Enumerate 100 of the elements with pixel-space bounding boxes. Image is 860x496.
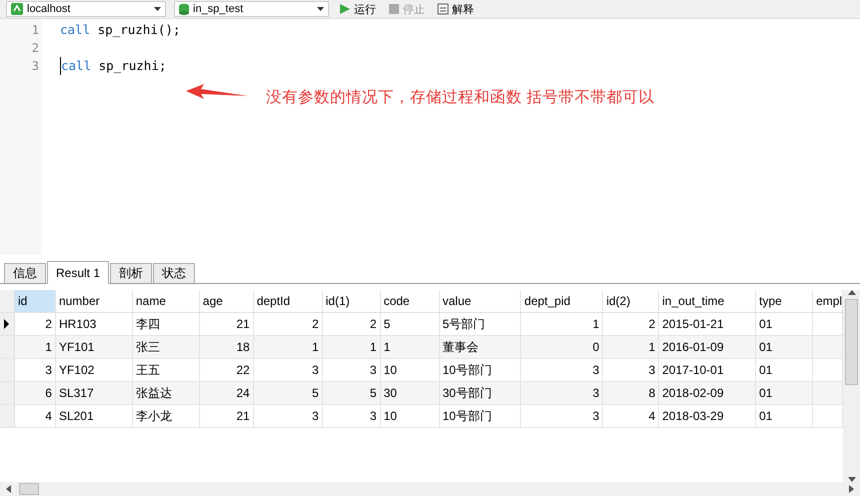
table-cell: 18 (200, 336, 254, 358)
table-cell: 2018-02-09 (659, 382, 756, 404)
table-cell: 3 (322, 405, 381, 427)
row-pointer-icon (4, 319, 10, 329)
line-number: 1 (30, 22, 40, 39)
result-tab[interactable]: 信息 (4, 263, 46, 283)
table-cell: 21 (200, 313, 254, 335)
table-cell: 3 (603, 359, 660, 381)
scroll-left-icon (6, 485, 11, 493)
table-icon (437, 3, 449, 15)
table-cell: 2 (14, 313, 56, 335)
code-line[interactable]: call sp_ruzhi(); (60, 21, 180, 39)
table-cell: YF101 (56, 336, 133, 358)
table-cell: 22 (200, 359, 254, 381)
column-header[interactable]: in_out_time (659, 290, 756, 312)
table-cell: 01 (756, 313, 814, 335)
table-cell: 1 (603, 336, 660, 358)
scrollbar-thumb[interactable] (19, 483, 39, 495)
table-cell: 3 (14, 359, 56, 381)
result-tab[interactable]: 状态 (153, 263, 196, 283)
table-cell: 2 (603, 313, 660, 335)
table-cell: 10号部门 (440, 405, 522, 427)
table-cell: 2018-03-29 (659, 405, 756, 427)
table-cell: 0 (521, 336, 604, 358)
column-header[interactable]: type (756, 290, 814, 312)
column-header[interactable]: id(2) (603, 290, 660, 312)
table-cell: 1 (14, 336, 56, 358)
table-cell: 王五 (132, 359, 200, 381)
scroll-right-icon (849, 485, 854, 493)
scroll-up-icon (848, 290, 856, 295)
table-cell: 3 (521, 382, 604, 404)
table-cell: 1 (254, 336, 323, 358)
table-cell: SL317 (56, 382, 133, 404)
table-cell: 30号部门 (440, 382, 522, 404)
table-cell: 10号部门 (440, 359, 522, 381)
column-header[interactable]: dept_pid (521, 290, 604, 312)
caret-icon (154, 7, 161, 11)
play-icon (339, 3, 351, 15)
code-line[interactable]: call sp_ruzhi; (60, 57, 166, 75)
table-cell: 10 (380, 405, 440, 427)
table-cell: 24 (200, 382, 254, 404)
table-cell: 01 (756, 359, 814, 381)
toolbar-button[interactable]: 运行 (337, 1, 378, 17)
table-cell: YF102 (56, 359, 133, 381)
result-tab[interactable]: 剖析 (110, 263, 152, 283)
line-number: 3 (30, 58, 40, 75)
table-cell: 张三 (132, 336, 200, 358)
table-cell: 1 (521, 313, 604, 335)
table-cell: 3 (254, 405, 323, 427)
table-cell: HR103 (56, 313, 133, 335)
table-cell: 董事会 (440, 336, 522, 358)
table-cell: 5号部门 (440, 313, 522, 335)
toolbar-button[interactable]: 解释 (435, 1, 476, 17)
table-cell: 2 (322, 313, 381, 335)
connection-icon (11, 3, 23, 15)
table-cell: 3 (521, 359, 604, 381)
column-header[interactable]: deptId (254, 290, 323, 312)
table-cell: 3 (322, 359, 381, 381)
table-cell: 01 (756, 382, 814, 404)
connection-dropdown[interactable]: localhost (6, 1, 166, 17)
table-cell: SL201 (56, 405, 133, 427)
column-header[interactable]: id (14, 290, 56, 312)
table-cell: 4 (603, 405, 660, 427)
table-cell: 5 (254, 382, 323, 404)
column-header[interactable]: id(1) (322, 290, 381, 312)
table-cell: 01 (756, 336, 814, 358)
row-header[interactable] (0, 313, 15, 335)
table-cell: 2015-01-21 (659, 313, 756, 335)
table-cell: 李小龙 (132, 405, 200, 427)
column-header[interactable]: value (440, 290, 522, 312)
table-cell: 1 (380, 336, 440, 358)
table-cell: 2016-01-09 (659, 336, 756, 358)
table-cell: 3 (521, 405, 604, 427)
table-cell: 4 (14, 405, 56, 427)
table-cell: 2 (254, 313, 323, 335)
table-cell: 1 (322, 336, 381, 358)
table-cell: 8 (603, 382, 660, 404)
table-cell: 3 (254, 359, 323, 381)
column-header[interactable]: number (56, 290, 133, 312)
table-cell: 10 (380, 359, 440, 381)
line-number: 2 (30, 40, 40, 57)
column-header[interactable]: age (200, 290, 254, 312)
column-header[interactable]: code (380, 290, 440, 312)
table-cell: 2017-10-01 (659, 359, 756, 381)
table-cell: 21 (200, 405, 254, 427)
table-cell: 5 (322, 382, 381, 404)
result-tab[interactable]: Result 1 (47, 261, 110, 284)
table-cell: 李四 (132, 313, 200, 335)
table-cell: 30 (380, 382, 440, 404)
table-cell: 张益达 (132, 382, 200, 404)
caret-icon (317, 7, 324, 11)
table-cell: 01 (756, 405, 814, 427)
column-header[interactable]: name (132, 290, 200, 312)
database-icon (179, 3, 189, 15)
scrollbar-thumb[interactable] (845, 299, 858, 385)
annotation-text: 没有参数的情况下，存储过程和函数 括号带不带都可以 (266, 88, 654, 108)
database-dropdown[interactable]: in_sp_test (174, 1, 329, 17)
stop-icon (388, 3, 400, 15)
table-cell: 5 (380, 313, 440, 335)
table-cell: 6 (14, 382, 56, 404)
